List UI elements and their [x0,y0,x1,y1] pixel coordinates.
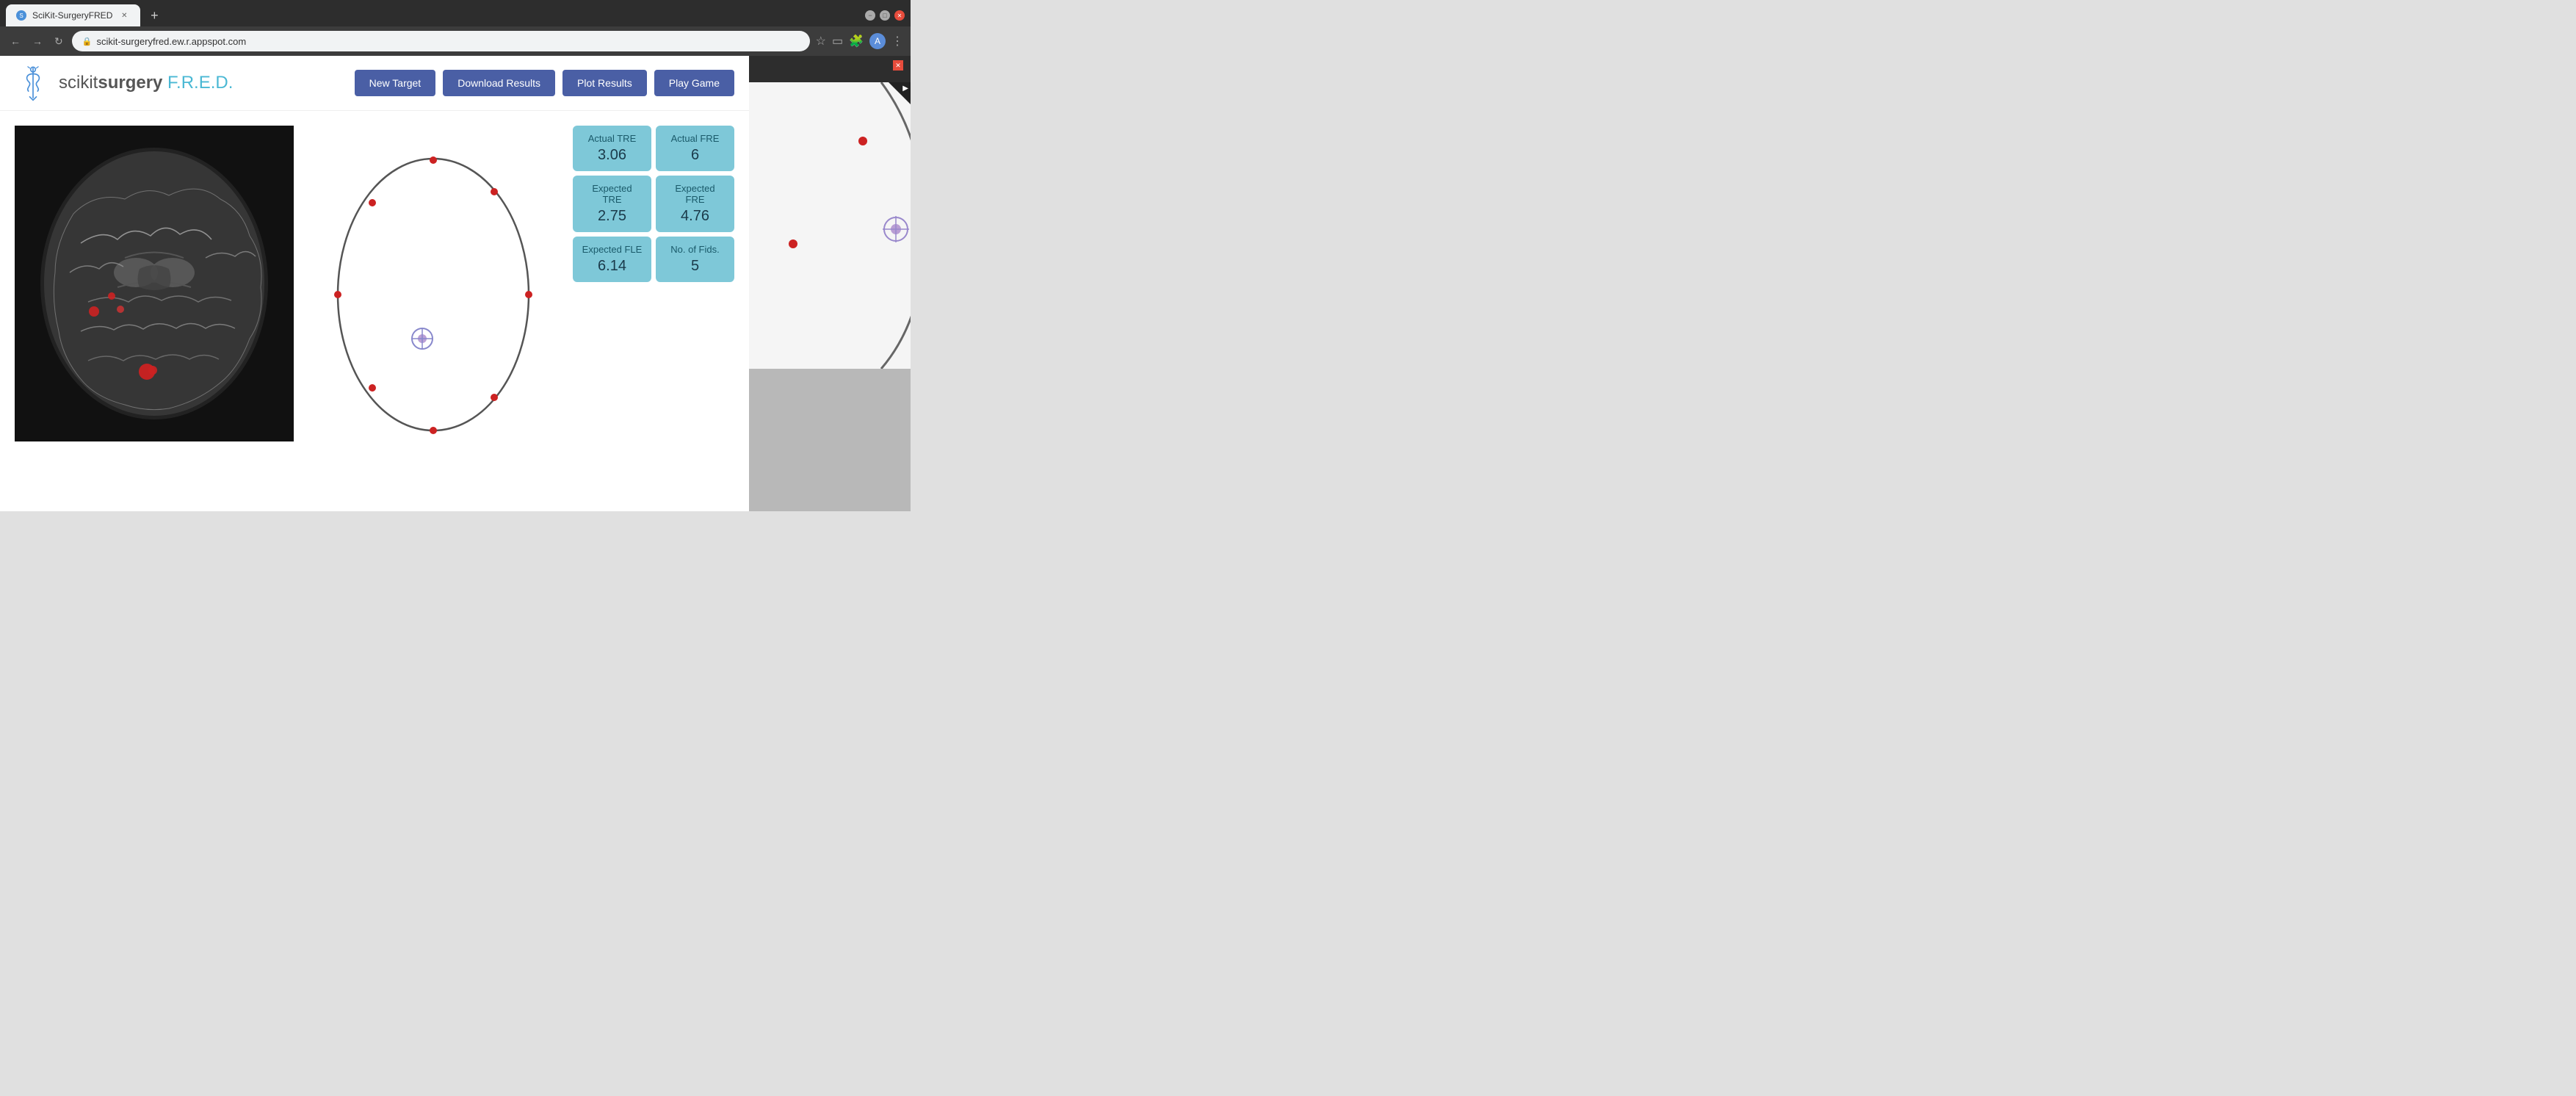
header-buttons: New Target Download Results Plot Results… [355,70,734,96]
app-header: scikitsurgery F.R.E.D. New Target Downlo… [0,56,749,111]
logo-fred: F.R.E.D. [162,73,233,93]
stat-card-expected-fre: Expected FRE 4.76 [656,176,734,232]
lock-icon: 🔒 [82,37,93,46]
download-results-button[interactable]: Download Results [443,70,555,96]
back-button[interactable]: ← [7,34,23,48]
stat-label-actual-fre: Actual FRE [665,133,726,144]
forward-button[interactable]: → [29,34,46,48]
stat-card-no-fids: No. of Fids. 5 [656,237,734,282]
fiducial-3 [117,306,124,313]
right-panel: ✕ ▶ [749,56,911,511]
menu-icon[interactable]: ⋮ [891,34,903,48]
active-tab[interactable]: S SciKit-SurgeryFRED ✕ [6,4,140,26]
logo-svg [15,65,51,101]
right-panel-content: ▶ [749,82,911,369]
brain-panel [15,126,294,456]
brain-mri-svg [15,126,294,441]
stat-value-expected-fre: 4.76 [665,208,726,225]
stat-label-expected-fre: Expected FRE [665,183,726,205]
profile-icon[interactable]: A [869,33,886,49]
maximize-button[interactable]: □ [880,10,890,21]
address-bar-row: ← → ↻ 🔒 scikit-surgeryfred.ew.r.appspot.… [0,26,911,56]
oval-view[interactable] [308,126,558,456]
stat-label-expected-fle: Expected FLE [582,244,643,255]
brain-image-container[interactable] [15,126,294,441]
stat-value-actual-tre: 3.06 [582,147,643,164]
stat-card-actual-fre: Actual FRE 6 [656,126,734,171]
fiducial-1 [89,306,99,317]
star-icon[interactable]: ☆ [816,34,826,48]
stat-value-no-fids: 5 [665,258,726,275]
toolbar-icons: ☆ ▭ 🧩 A ⋮ [816,33,903,49]
plot-results-button[interactable]: Plot Results [562,70,647,96]
corner-icon: ▶ [902,84,908,93]
logo-scikit: scikit [59,73,98,93]
new-target-button[interactable]: New Target [355,70,436,96]
target-marker [139,364,155,380]
right-panel-close[interactable]: ✕ [893,60,903,71]
refresh-button[interactable]: ↻ [51,34,66,49]
extensions-icon[interactable]: 🧩 [849,34,864,48]
stat-card-expected-fle: Expected FLE 6.14 [573,237,651,282]
tab-title: SciKit-SurgeryFRED [32,10,112,21]
content-area: Actual TRE 3.06 Actual FRE 6 Expected TR… [0,111,749,471]
tab-close-button[interactable]: ✕ [118,10,130,21]
stat-value-expected-fle: 6.14 [582,258,643,275]
stat-label-actual-tre: Actual TRE [582,133,643,144]
logo-surgery: surgery [98,73,162,93]
stats-panel: Actual TRE 3.06 Actual FRE 6 Expected TR… [573,126,734,456]
3d-view-panel [308,126,558,456]
minimize-button[interactable]: − [865,10,875,21]
window-controls: − □ ✕ [865,10,905,21]
web-app: scikitsurgery F.R.E.D. New Target Downlo… [0,56,749,511]
oval-svg [308,126,558,456]
stat-label-expected-tre: Expected TRE [582,183,643,205]
tab-favicon: S [16,10,26,21]
tab-bar: S SciKit-SurgeryFRED ✕ + − □ ✕ [0,0,911,26]
stat-value-expected-tre: 2.75 [582,208,643,225]
close-button[interactable]: ✕ [894,10,905,21]
main-layout: scikitsurgery F.R.E.D. New Target Downlo… [0,56,911,511]
right-panel-bottom [749,369,911,511]
logo-text: scikitsurgery F.R.E.D. [59,73,233,93]
logo-area: scikitsurgery F.R.E.D. [15,65,233,101]
play-game-button[interactable]: Play Game [654,70,734,96]
stats-grid: Actual TRE 3.06 Actual FRE 6 Expected TR… [573,126,734,282]
stat-label-no-fids: No. of Fids. [665,244,726,255]
right-panel-top-bar: ✕ [749,56,911,82]
right-panel-svg [749,82,911,369]
cast-icon[interactable]: ▭ [832,34,843,48]
url-text: scikit-surgeryfred.ew.r.appspot.com [96,36,246,47]
stat-card-actual-tre: Actual TRE 3.06 [573,126,651,171]
stat-card-expected-tre: Expected TRE 2.75 [573,176,651,232]
browser-chrome: S SciKit-SurgeryFRED ✕ + − □ ✕ ← → ↻ 🔒 s… [0,0,911,56]
new-tab-button[interactable]: + [145,6,164,25]
stat-value-actual-fre: 6 [665,147,726,164]
address-bar[interactable]: 🔒 scikit-surgeryfred.ew.r.appspot.com [72,31,810,51]
